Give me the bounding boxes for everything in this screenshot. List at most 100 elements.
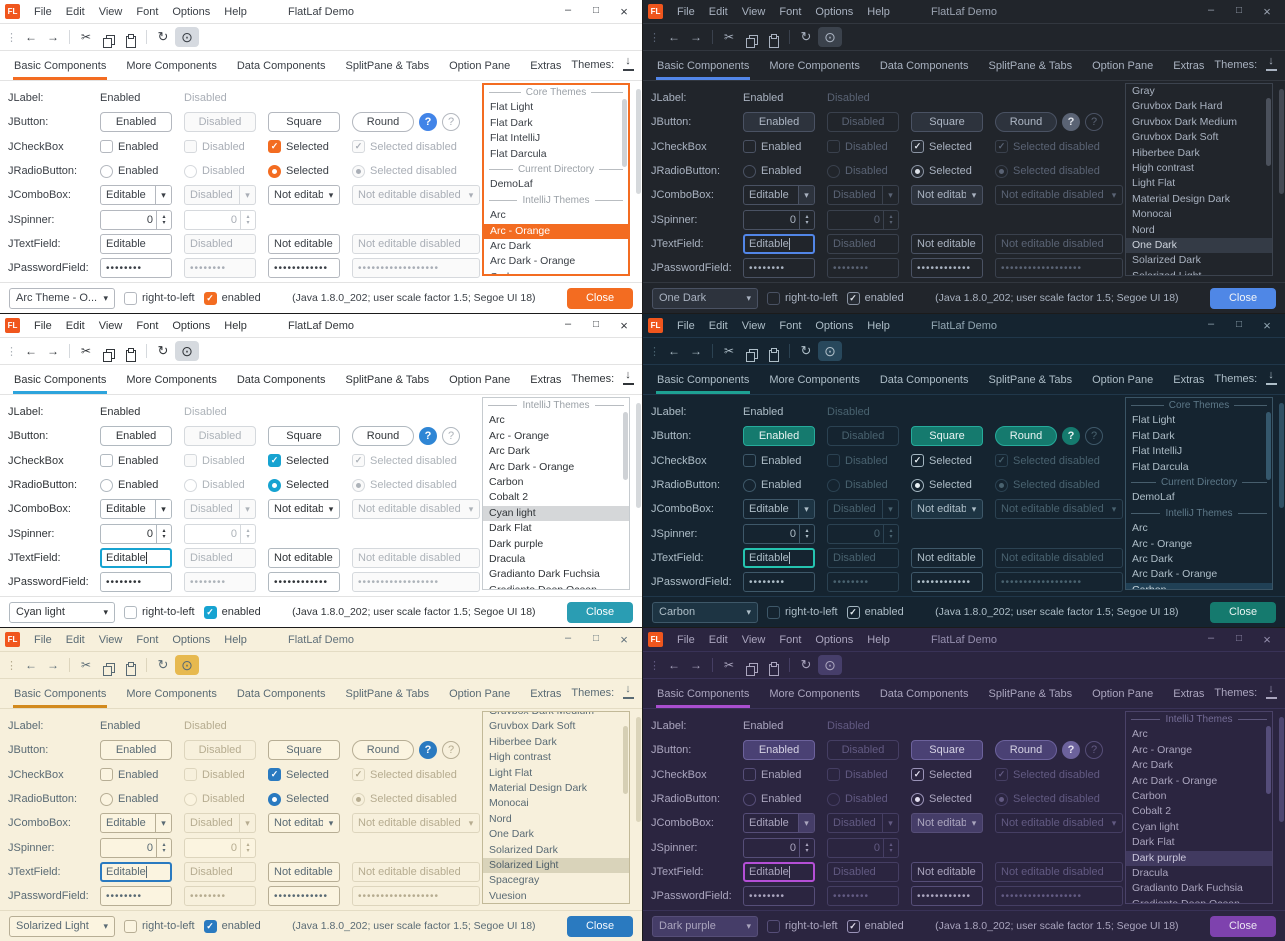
paste-icon[interactable] — [120, 345, 140, 357]
paste-icon[interactable] — [763, 31, 783, 43]
checkbox-selected[interactable] — [911, 140, 924, 153]
maximize-icon[interactable] — [582, 632, 610, 647]
maximize-icon[interactable] — [1225, 318, 1253, 333]
menu-font[interactable]: Font — [129, 634, 165, 646]
toolbar-grip-icon[interactable] — [649, 345, 660, 358]
theme-list-item[interactable]: Gray — [1126, 84, 1272, 99]
radio-enabled[interactable] — [100, 165, 113, 178]
paste-icon[interactable] — [763, 659, 783, 671]
passwordfield[interactable]: •••••••• — [743, 886, 815, 906]
forward-icon[interactable] — [686, 655, 706, 675]
menu-options[interactable]: Options — [808, 634, 860, 646]
show-hidden-toggle-icon[interactable] — [818, 655, 842, 675]
theme-list-item[interactable]: Flat Dark — [484, 116, 628, 131]
refresh-icon[interactable] — [153, 655, 173, 675]
tab-data-components[interactable]: Data Components — [227, 53, 336, 80]
theme-list-item[interactable]: Gradianto Deep Ocean — [483, 583, 629, 590]
menu-font[interactable]: Font — [772, 634, 808, 646]
maximize-icon[interactable] — [582, 4, 610, 19]
combobox-editable[interactable]: Editable — [743, 813, 815, 833]
show-hidden-toggle-icon[interactable] — [818, 341, 842, 361]
back-icon[interactable] — [664, 27, 684, 47]
theme-list-item[interactable]: One Dark — [483, 827, 629, 842]
download-icon[interactable] — [1266, 372, 1277, 385]
theme-list-item[interactable]: Gradianto Deep Ocean — [1126, 897, 1272, 904]
theme-list-item[interactable]: Arc Dark — [483, 444, 629, 459]
passwordfield[interactable]: •••••••• — [743, 258, 815, 278]
enabled-button[interactable]: Enabled — [100, 740, 172, 760]
theme-list-item[interactable]: Solarized Dark — [483, 843, 629, 858]
theme-list-item[interactable]: Arc Dark — [484, 239, 628, 254]
textfield-not-editable[interactable]: Not editable — [911, 234, 983, 254]
close-window-icon[interactable] — [610, 632, 638, 647]
combobox-not-editable[interactable]: Not editable — [268, 813, 340, 833]
refresh-icon[interactable] — [153, 27, 173, 47]
help-button[interactable] — [419, 113, 437, 131]
back-icon[interactable] — [664, 655, 684, 675]
minimize-icon[interactable] — [1197, 632, 1225, 647]
menu-view[interactable]: View — [92, 634, 130, 646]
textfield-not-editable[interactable]: Not editable — [268, 234, 340, 254]
menu-help[interactable]: Help — [217, 320, 254, 332]
theme-list-item[interactable]: Arc - Orange — [1126, 537, 1272, 552]
tab-splitpane-tabs[interactable]: SplitPane & Tabs — [336, 681, 440, 708]
tab-data-components[interactable]: Data Components — [227, 367, 336, 394]
passwordfield[interactable]: •••••••• — [100, 572, 172, 592]
themes-list[interactable]: IntelliJ ThemesArcArc - OrangeArc DarkAr… — [482, 397, 630, 590]
theme-list-item[interactable]: Carbon — [1126, 583, 1272, 590]
enabled-button[interactable]: Enabled — [743, 426, 815, 446]
combobox-editable[interactable]: Editable — [743, 185, 815, 205]
page-scrollbar[interactable] — [636, 89, 641, 194]
enabled-button[interactable]: Enabled — [743, 112, 815, 132]
tab-option-pane[interactable]: Option Pane — [439, 681, 520, 708]
tab-option-pane[interactable]: Option Pane — [1082, 53, 1163, 80]
textfield-not-editable[interactable]: Not editable — [911, 548, 983, 568]
radio-selected[interactable] — [911, 793, 924, 806]
enabled-button[interactable]: Enabled — [743, 740, 815, 760]
spinner[interactable]: 0 — [743, 524, 815, 544]
passwordfield[interactable]: •••••••• — [100, 886, 172, 906]
minimize-icon[interactable] — [554, 318, 582, 333]
round-button[interactable]: Round — [995, 740, 1057, 760]
minimize-icon[interactable] — [1197, 318, 1225, 333]
theme-list-item[interactable]: Flat IntelliJ — [484, 131, 628, 146]
enabled-checkbox[interactable] — [204, 606, 217, 619]
theme-list-item[interactable]: Material Design Dark — [483, 781, 629, 796]
theme-list-item[interactable]: Gruvbox Dark Medium — [483, 711, 629, 719]
menu-help[interactable]: Help — [860, 6, 897, 18]
cut-icon[interactable] — [76, 27, 96, 47]
close-button[interactable]: Close — [567, 916, 633, 937]
enabled-button[interactable]: Enabled — [100, 426, 172, 446]
theme-combobox[interactable]: Arc Theme - O... — [9, 288, 115, 309]
textfield-not-editable[interactable]: Not editable — [268, 548, 340, 568]
spinner[interactable]: 0 — [100, 838, 172, 858]
textfield-editable[interactable]: Editable — [743, 862, 815, 882]
copy-icon[interactable] — [741, 659, 761, 671]
tab-data-components[interactable]: Data Components — [870, 367, 979, 394]
theme-list-item[interactable]: Hiberbee Dark — [483, 735, 629, 750]
maximize-icon[interactable] — [1225, 632, 1253, 647]
theme-list-item[interactable]: Solarized Light — [483, 858, 629, 873]
spinner-arrows-icon[interactable] — [799, 211, 814, 229]
checkbox-enabled[interactable] — [743, 140, 756, 153]
theme-list-item[interactable]: DemoLaf — [484, 177, 628, 192]
theme-list-item[interactable]: Arc — [1126, 727, 1272, 742]
tab-basic-components[interactable]: Basic Components — [4, 681, 116, 708]
cut-icon[interactable] — [719, 341, 739, 361]
spinner[interactable]: 0 — [743, 838, 815, 858]
checkbox-selected[interactable] — [911, 454, 924, 467]
square-button[interactable]: Square — [268, 112, 340, 132]
right-to-left-checkbox[interactable] — [767, 920, 780, 933]
tab-more-components[interactable]: More Components — [759, 367, 870, 394]
round-button[interactable]: Round — [352, 426, 414, 446]
theme-list-item[interactable]: Monocai — [483, 796, 629, 811]
tab-basic-components[interactable]: Basic Components — [4, 53, 116, 80]
minimize-icon[interactable] — [554, 632, 582, 647]
refresh-icon[interactable] — [796, 341, 816, 361]
theme-list-item[interactable]: Gruvbox Dark Medium — [1126, 115, 1272, 130]
menu-options[interactable]: Options — [808, 6, 860, 18]
combobox-editable[interactable]: Editable — [100, 499, 172, 519]
theme-list-item[interactable]: Flat IntelliJ — [1126, 444, 1272, 459]
theme-list-item[interactable]: Gruvbox Dark Hard — [1126, 99, 1272, 114]
passwordfield-not-editable[interactable]: •••••••••••• — [911, 886, 983, 906]
